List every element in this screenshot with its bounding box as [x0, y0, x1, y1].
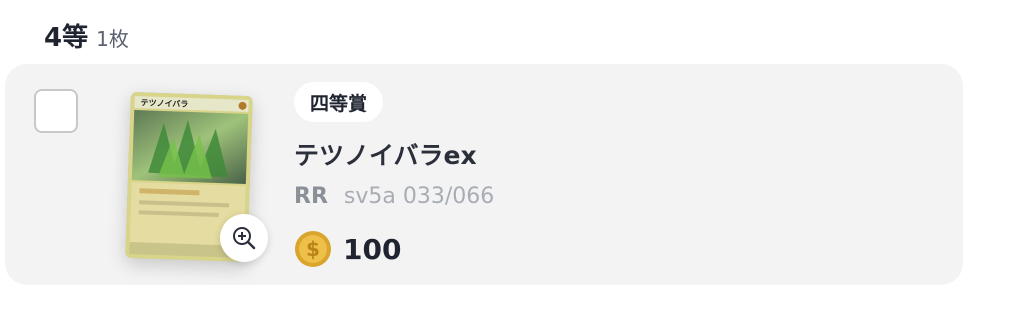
prize-rank-title: 4等 — [44, 23, 89, 53]
section-header: 4等 1枚 — [44, 17, 129, 54]
zoom-button[interactable] — [220, 214, 268, 262]
select-checkbox[interactable] — [34, 89, 78, 133]
card-set-code: sv5a 033/066 — [343, 184, 495, 209]
coin-icon: $ — [295, 231, 331, 267]
price-row: $ 100 — [294, 230, 401, 268]
card-name: テツノイバラex — [294, 141, 477, 170]
prize-count: 1枚 — [96, 27, 129, 51]
card-title-on-image: テツノイバラ — [140, 98, 188, 109]
card-meta: RR sv5a 033/066 — [294, 184, 494, 209]
card-rarity: RR — [294, 184, 328, 209]
zoom-in-icon — [233, 227, 256, 250]
prize-tier-badge: 四等賞 — [294, 82, 384, 122]
svg-text:$: $ — [306, 237, 320, 261]
price-value: 100 — [343, 232, 402, 266]
